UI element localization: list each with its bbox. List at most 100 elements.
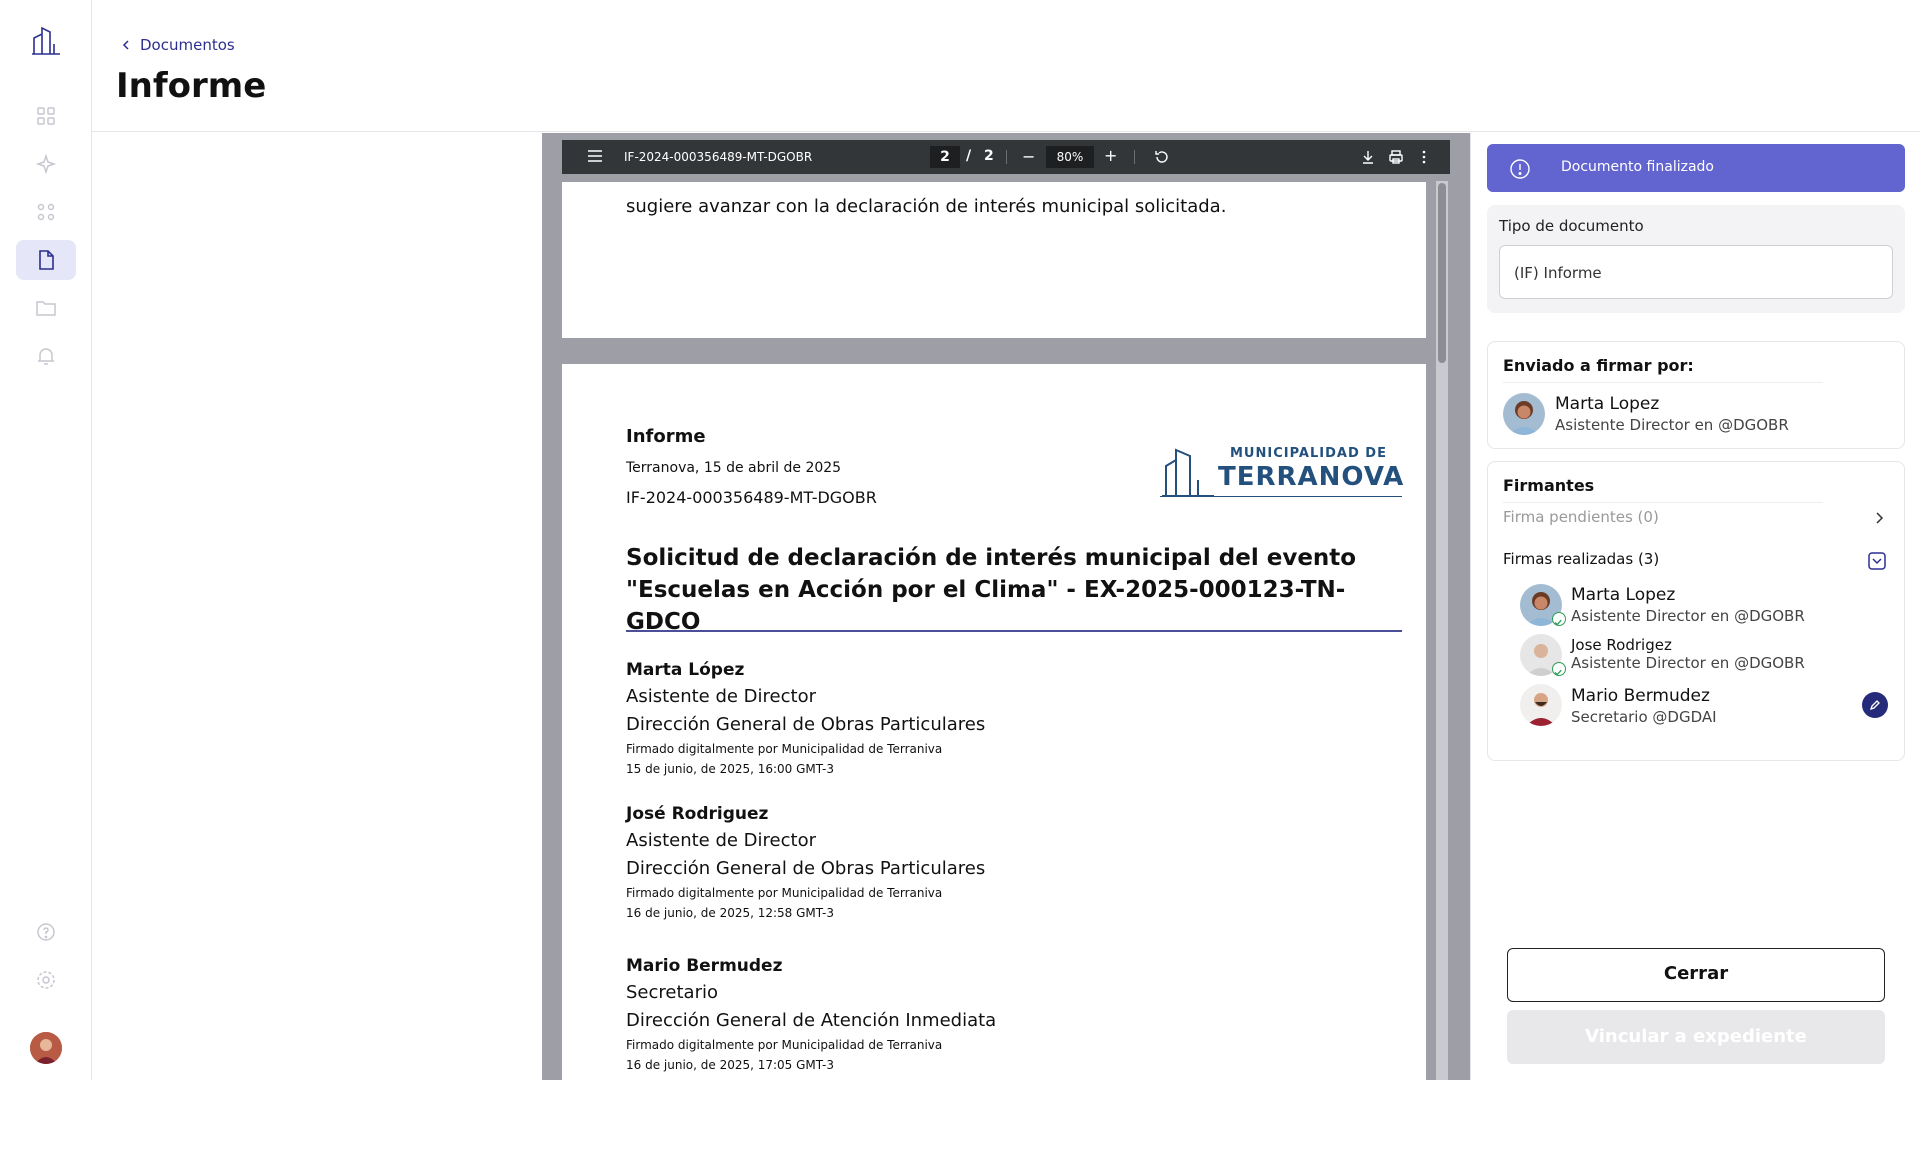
nav-rail bbox=[0, 0, 92, 1080]
signer-name: Mario Bermudez bbox=[1571, 686, 1710, 706]
status-banner: Documento finalizado bbox=[1487, 144, 1905, 192]
signature-datetime: 16 de junio, de 2025, 12:58 GMT-3 bbox=[626, 906, 834, 920]
signer-name: Marta Lopez bbox=[1571, 585, 1676, 605]
signers-card: Firmantes Firma pendientes (0) Firmas re… bbox=[1487, 461, 1905, 761]
pen-icon bbox=[1869, 700, 1880, 711]
avatar bbox=[1520, 684, 1562, 726]
pending-sign-badge bbox=[1862, 692, 1888, 718]
logo-line-2: TERRANOVA bbox=[1218, 462, 1405, 492]
download-icon[interactable] bbox=[1360, 149, 1376, 165]
signature-name: Mario Bermudez bbox=[626, 956, 783, 976]
pdf-scroll-thumb[interactable] bbox=[1438, 183, 1446, 363]
sender-avatar-image bbox=[1503, 393, 1545, 435]
sparkle-icon bbox=[35, 153, 57, 175]
signer-role: Asistente Director en @DGOBR bbox=[1571, 654, 1805, 672]
document-heading: Informe bbox=[626, 426, 706, 447]
breadcrumb[interactable]: Documentos bbox=[120, 36, 235, 54]
nav-folders[interactable] bbox=[16, 288, 76, 328]
done-signatures-row[interactable]: Firmas realizadas (3) bbox=[1488, 546, 1906, 578]
done-label: Firmas realizadas (3) bbox=[1503, 550, 1660, 568]
chevron-down-icon bbox=[1868, 552, 1886, 570]
doc-type-card: Tipo de documento (IF) Informe bbox=[1487, 205, 1905, 313]
toolbar-divider bbox=[1006, 150, 1007, 164]
print-icon[interactable] bbox=[1388, 149, 1404, 165]
signature-signed-by: Firmado digitalmente por Municipalidad d… bbox=[626, 742, 943, 756]
building-logo-icon[interactable] bbox=[30, 24, 62, 56]
signer-role: Asistente Director en @DGOBR bbox=[1571, 607, 1805, 625]
nav-apps[interactable] bbox=[16, 192, 76, 232]
rotate-icon[interactable] bbox=[1154, 149, 1170, 165]
gear-icon bbox=[37, 971, 55, 989]
signature-name: José Rodriguez bbox=[626, 804, 769, 824]
bell-icon bbox=[38, 348, 54, 365]
app-window: Documentos Informe IF-2024-000356489-MT-… bbox=[0, 0, 1920, 1080]
pending-signatures-row[interactable]: Firma pendientes (0) bbox=[1488, 504, 1906, 536]
sent-by-card: Enviado a firmar por: Marta Lopez Asiste… bbox=[1487, 341, 1905, 449]
signature-role: Secretario bbox=[626, 982, 718, 1003]
signature-datetime: 15 de junio, de 2025, 16:00 GMT-3 bbox=[626, 762, 834, 776]
page-separator: / bbox=[966, 148, 972, 164]
signature-name: Marta López bbox=[626, 660, 745, 680]
nav-dashboard[interactable] bbox=[16, 96, 76, 136]
zoom-out-button[interactable]: − bbox=[1022, 147, 1035, 166]
hamburger-menu-icon[interactable] bbox=[588, 150, 602, 162]
signature-dept: Dirección General de Obras Particulares bbox=[626, 714, 986, 735]
info-icon bbox=[1510, 159, 1530, 179]
link-to-file-button[interactable]: Vincular a expediente bbox=[1507, 1010, 1885, 1064]
nav-notifications[interactable] bbox=[16, 336, 76, 376]
pdf-page-2: Informe Terranova, 15 de abril de 2025 I… bbox=[562, 364, 1426, 1080]
signer-avatar-image bbox=[1520, 684, 1562, 726]
document-icon bbox=[39, 250, 54, 270]
toolbar-divider bbox=[1134, 150, 1135, 164]
grid-icon bbox=[37, 107, 55, 125]
doc-type-field[interactable]: (IF) Informe bbox=[1499, 245, 1893, 299]
more-vertical-icon[interactable] bbox=[1416, 149, 1432, 165]
document-subject: Solicitud de declaración de interés muni… bbox=[626, 545, 1357, 635]
signature-dept: Dirección General de Obras Particulares bbox=[626, 858, 986, 879]
signed-check-icon bbox=[1552, 662, 1566, 676]
signer-role: Secretario @DGDAI bbox=[1571, 708, 1717, 726]
pdf-viewer[interactable]: IF-2024-000356489-MT-DGOBR 2 / 2 − 80% +… bbox=[542, 133, 1470, 1080]
pdf-toolbar: IF-2024-000356489-MT-DGOBR 2 / 2 − 80% + bbox=[562, 140, 1450, 174]
nav-settings[interactable] bbox=[16, 960, 76, 1000]
zoom-level-input[interactable]: 80% bbox=[1046, 146, 1094, 168]
nav-ai[interactable] bbox=[16, 144, 76, 184]
folder-icon bbox=[36, 301, 56, 316]
sender-name: Marta Lopez bbox=[1555, 394, 1660, 414]
details-panel: Documento finalizado Tipo de documento (… bbox=[1470, 133, 1920, 1080]
building-logo-icon bbox=[1162, 448, 1214, 497]
divider bbox=[1503, 382, 1823, 383]
signature-signed-by: Firmado digitalmente por Municipalidad d… bbox=[626, 1038, 943, 1052]
municipality-logo: MUNICIPALIDAD DE TERRANOVA bbox=[1160, 446, 1405, 498]
logo-underline bbox=[1160, 496, 1402, 497]
pdf-page-1: sugiere avanzar con la declaración de in… bbox=[562, 182, 1426, 338]
user-avatar[interactable] bbox=[30, 1032, 62, 1064]
nav-documents[interactable] bbox=[16, 240, 76, 280]
help-icon bbox=[37, 923, 55, 941]
doc-type-label: Tipo de documento bbox=[1499, 217, 1644, 235]
chevron-right-icon bbox=[1876, 512, 1884, 524]
signers-title: Firmantes bbox=[1503, 476, 1595, 495]
signature-dept: Dirección General de Atención Inmediata bbox=[626, 1010, 997, 1031]
sent-by-title: Enviado a firmar por: bbox=[1503, 356, 1694, 375]
signer-name: Jose Rodrigez bbox=[1571, 636, 1672, 654]
signed-check-icon bbox=[1552, 612, 1566, 626]
page-number-input[interactable]: 2 bbox=[930, 146, 960, 168]
logo-line-1: MUNICIPALIDAD DE bbox=[1230, 446, 1387, 461]
close-button[interactable]: Cerrar bbox=[1507, 948, 1885, 1002]
sender-role: Asistente Director en @DGOBR bbox=[1555, 416, 1789, 434]
pending-label: Firma pendientes (0) bbox=[1503, 508, 1659, 526]
page1-text: sugiere avanzar con la declaración de in… bbox=[626, 196, 1227, 217]
nav-help[interactable] bbox=[16, 912, 76, 952]
zoom-in-button[interactable]: + bbox=[1104, 146, 1117, 165]
signature-signed-by: Firmado digitalmente por Municipalidad d… bbox=[626, 886, 943, 900]
signature-role: Asistente de Director bbox=[626, 830, 816, 851]
page-header: Documentos Informe bbox=[92, 0, 1920, 132]
page-title: Informe bbox=[116, 66, 267, 106]
avatar bbox=[1503, 393, 1545, 435]
breadcrumb-label[interactable]: Documentos bbox=[140, 36, 235, 54]
apps-icon bbox=[37, 203, 55, 221]
page-total: 2 bbox=[984, 148, 994, 164]
signature-role: Asistente de Director bbox=[626, 686, 816, 707]
document-id: IF-2024-000356489-MT-DGOBR bbox=[626, 488, 877, 507]
